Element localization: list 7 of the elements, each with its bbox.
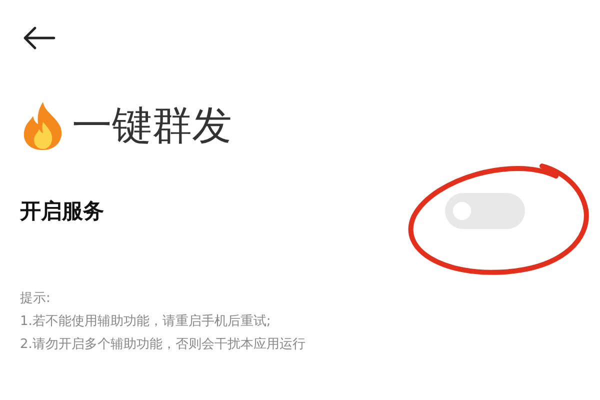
hint-text: 1.若不能使用辅助功能，请重启手机后重试; [20, 313, 272, 331]
hint-text: 2.请勿开启多个辅助功能，否则会干扰本应用运行 [20, 336, 306, 354]
back-arrow-icon [22, 26, 56, 50]
page-title: 一键群发 [72, 102, 232, 151]
service-toggle[interactable] [445, 193, 525, 229]
service-label: 开启服务 [20, 198, 104, 225]
hint-text: 提示: [20, 290, 52, 308]
